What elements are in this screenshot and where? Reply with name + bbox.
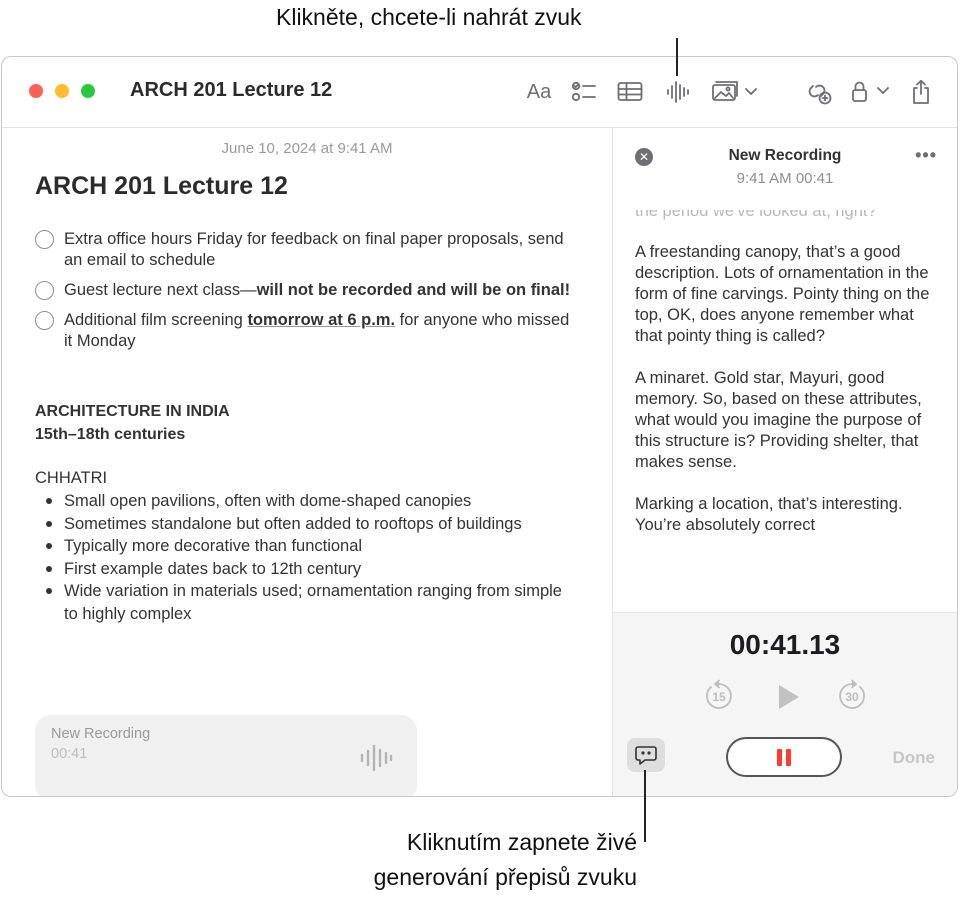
recording-timer: 00:41.13 xyxy=(729,629,841,660)
recording-attachment[interactable]: New Recording 00:41 xyxy=(35,715,417,796)
checkbox[interactable] xyxy=(35,230,54,249)
section-heading-subtitle: 15th–18th centuries xyxy=(35,426,186,443)
transcript-faded-line: the period we've looked at, right? xyxy=(635,210,877,220)
bullet-list: Small open pavilions, often with dome-sh… xyxy=(35,490,580,625)
callout-transcript-text-line2: generování přepisů zvuku xyxy=(373,864,637,890)
checklist-item: Guest lecture next class—will not be rec… xyxy=(35,280,575,301)
skip-forward-icon[interactable]: 30 xyxy=(835,679,869,718)
checklist-item-bold-text: will not be recorded and will be on fina… xyxy=(256,281,571,299)
recording-duration: 00:41 xyxy=(51,746,88,762)
recording-title: New Recording xyxy=(728,147,842,164)
checklist-item: Additional film screening tomorrow at 6 … xyxy=(35,310,575,352)
transcript-paragraph: Marking a location, that’s interesting. … xyxy=(635,495,903,534)
checklist-item: Extra office hours Friday for feedback o… xyxy=(35,229,575,271)
list-item: Sometimes standalone but often added to … xyxy=(35,513,580,536)
note-editor[interactable]: June 10, 2024 at 9:41 AM ARCH 201 Lectur… xyxy=(2,128,612,796)
done-button[interactable]: Done xyxy=(893,748,936,768)
checklist-item-text: Guest lecture next class— xyxy=(64,281,257,299)
transcript: the period we've looked at, right? A fre… xyxy=(635,210,945,612)
callout-transcript-text-line1: Kliknutím zapnete živé xyxy=(406,829,637,855)
section-heading-title: ARCHITECTURE IN INDIA xyxy=(35,403,230,420)
checkbox[interactable] xyxy=(35,311,54,330)
checklist-item-emphasis: tomorrow at 6 p.m. xyxy=(247,311,396,329)
checklist-item-text: Extra office hours Friday for feedback o… xyxy=(64,230,564,269)
transcript-quote-icon xyxy=(635,746,657,765)
recording-subtitle: 9:41 AM 00:41 xyxy=(736,170,834,187)
note-title: ARCH 201 Lecture 12 xyxy=(35,172,288,200)
transcript-paragraph: A minaret. Gold star, Mayuri, good memor… xyxy=(635,369,922,471)
checklist: Extra office hours Friday for feedback o… xyxy=(35,229,575,361)
checklist-item-text: Additional film screening xyxy=(64,311,248,329)
note-date: June 10, 2024 at 9:41 AM xyxy=(221,140,393,157)
skip-back-icon[interactable]: 15 xyxy=(702,679,736,718)
callout-record-line xyxy=(676,38,678,76)
notes-window: ARCH 201 Lecture 12 Aa June 10, 2024 at … xyxy=(1,56,958,797)
list-heading: CHHATRI xyxy=(35,469,108,487)
pause-recording-button[interactable] xyxy=(726,737,842,777)
play-icon[interactable] xyxy=(775,683,801,716)
list-item: First example dates back to 12th century xyxy=(35,558,580,581)
more-options-icon[interactable]: ••• xyxy=(915,145,937,166)
live-transcript-button[interactable] xyxy=(627,738,665,772)
skip-forward-seconds: 30 xyxy=(845,690,859,704)
callout-transcript-line xyxy=(644,770,646,842)
recording-controls: 00:41.13 15 30 Done xyxy=(613,612,957,796)
checkbox[interactable] xyxy=(35,281,54,300)
callout-record-line-wrap xyxy=(0,0,960,90)
skip-back-seconds: 15 xyxy=(712,690,726,704)
list-item: Wide variation in materials used; orname… xyxy=(35,580,580,625)
recording-name: New Recording xyxy=(51,726,151,742)
recording-panel: ✕ New Recording 9:41 AM 00:41 ••• the pe… xyxy=(613,128,957,796)
section-heading: ARCHITECTURE IN INDIA 15th–18th centurie… xyxy=(35,400,230,446)
pause-icon xyxy=(777,748,791,766)
transcript-paragraph: A freestanding canopy, that’s a good des… xyxy=(635,243,930,345)
list-item: Typically more decorative than functiona… xyxy=(35,535,580,558)
list-item: Small open pavilions, often with dome-sh… xyxy=(35,490,580,513)
audio-waveform-icon xyxy=(359,743,393,778)
